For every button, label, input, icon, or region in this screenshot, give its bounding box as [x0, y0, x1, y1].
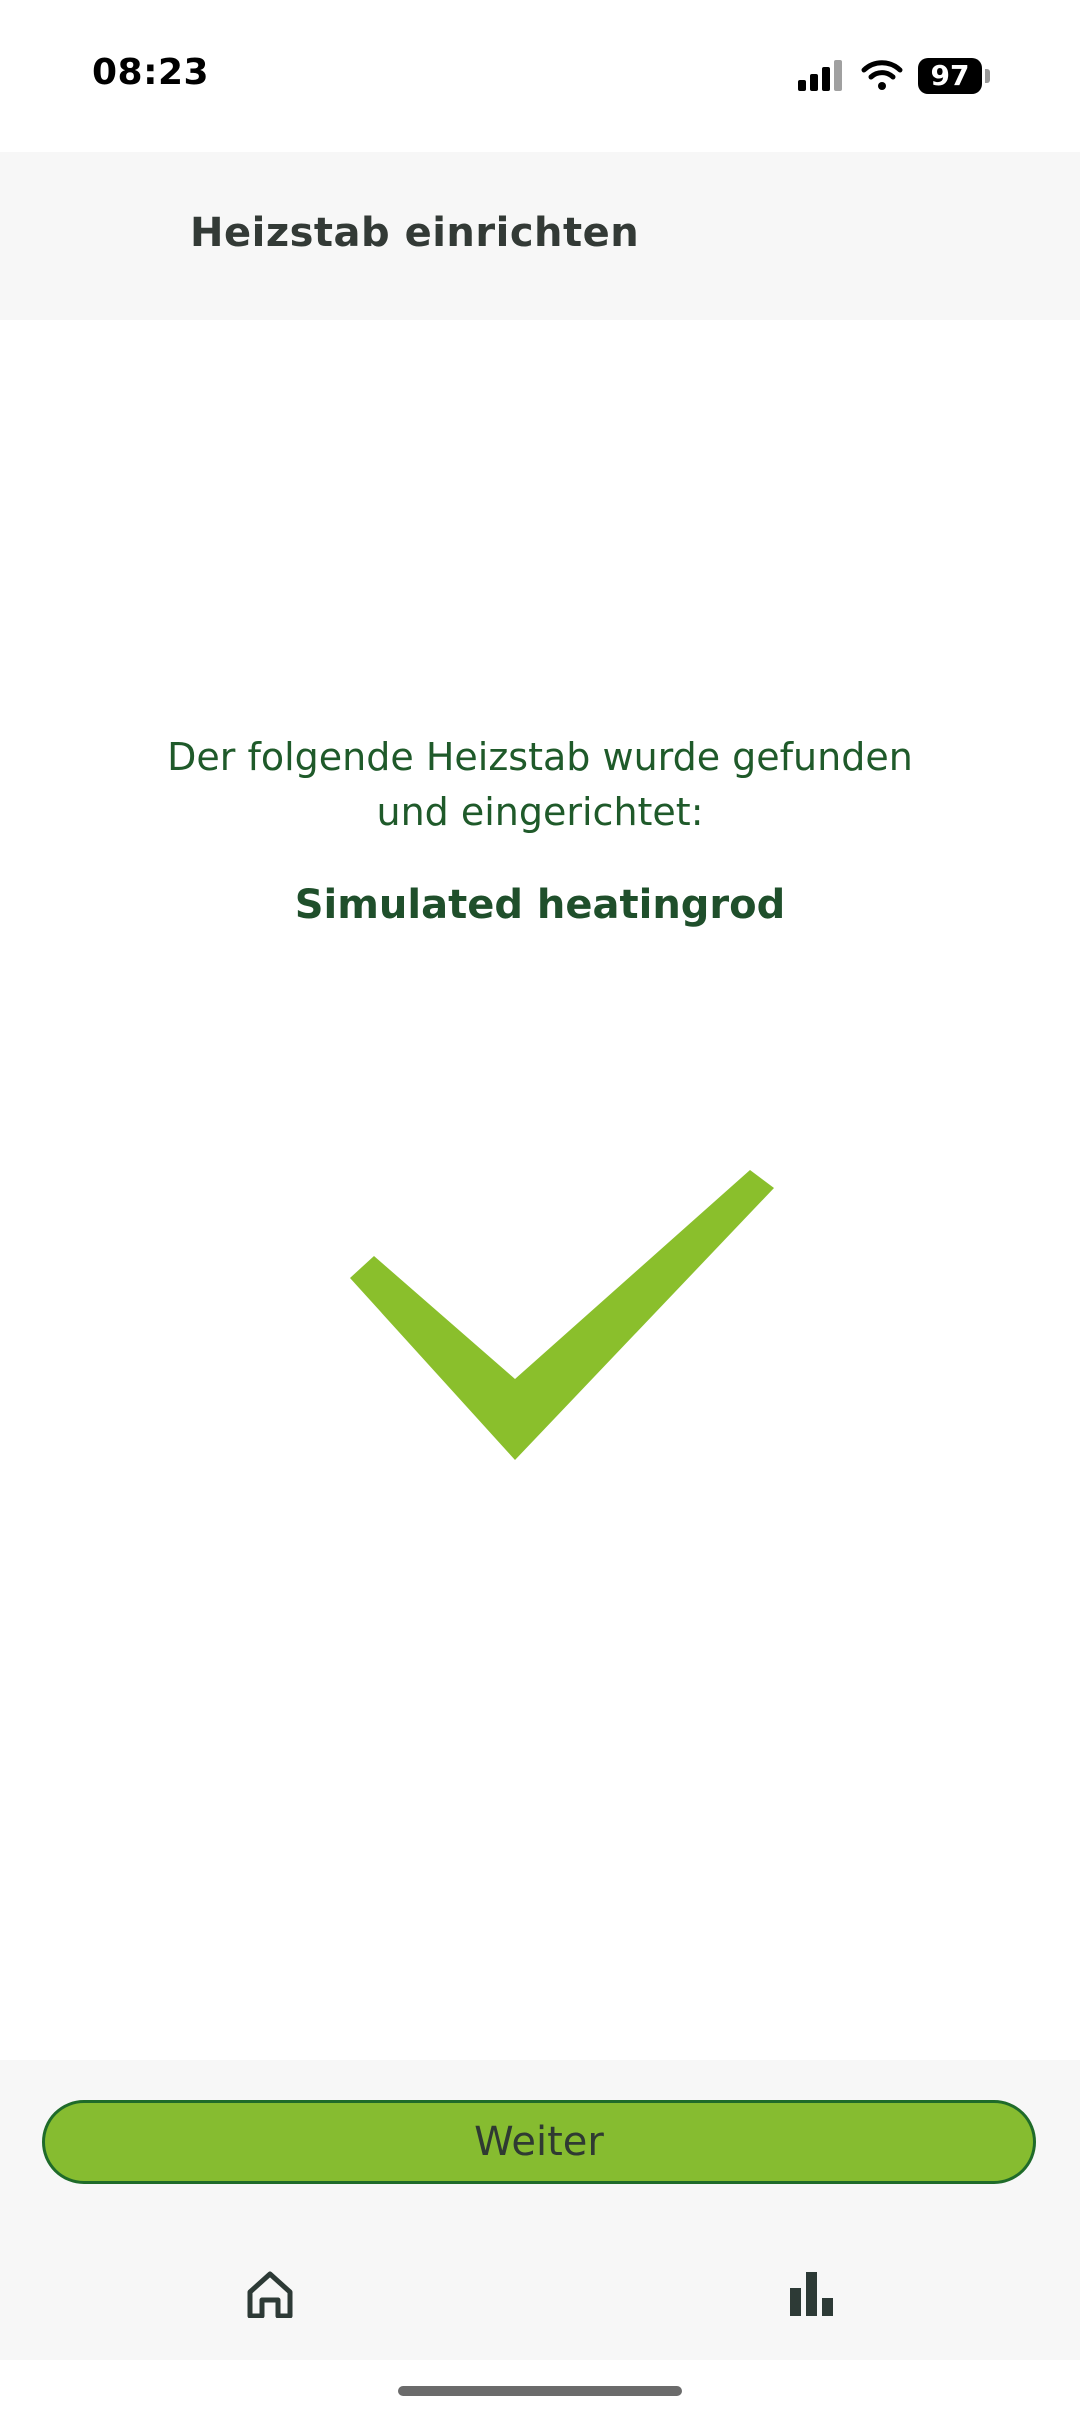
battery-icon: 97	[918, 58, 990, 94]
page-title: Heizstab einrichten	[190, 210, 640, 256]
device-name: Simulated heatingrod	[294, 882, 786, 928]
home-icon	[247, 2271, 293, 2318]
home-indicator	[398, 2386, 682, 2396]
battery-level: 97	[930, 59, 970, 92]
nav-stats-button[interactable]	[770, 2252, 854, 2336]
nav-home-button[interactable]	[228, 2252, 312, 2336]
checkmark-icon	[350, 1170, 774, 1460]
battery-tip	[985, 69, 990, 83]
bottom-panel: Weiter	[0, 2060, 1080, 2360]
app-header: Heizstab einrichten	[0, 152, 1080, 320]
wifi-icon	[861, 60, 903, 90]
found-message: Der folgende Heizstab wurde gefunden und…	[167, 735, 913, 834]
status-bar: 08:23 97	[0, 0, 1080, 152]
next-button[interactable]: Weiter	[42, 2100, 1036, 2184]
bar-chart-icon	[790, 2272, 833, 2316]
signal-icon	[798, 60, 842, 91]
status-time: 08:23	[92, 52, 210, 93]
